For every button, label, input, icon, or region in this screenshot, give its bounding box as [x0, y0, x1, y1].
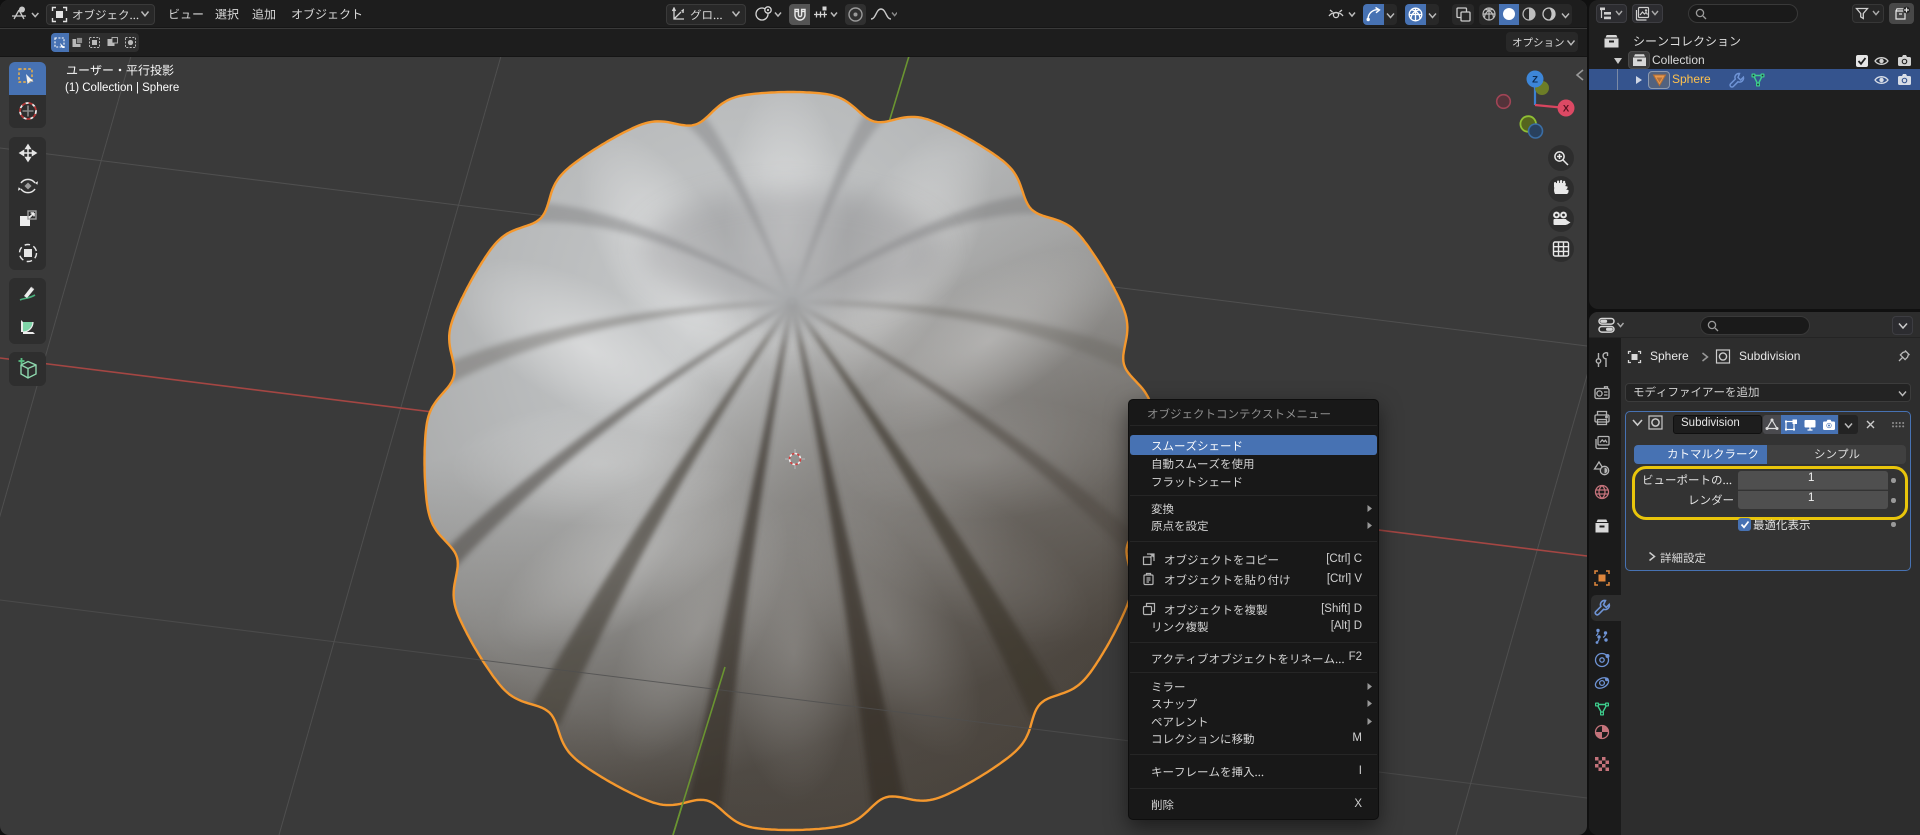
svg-text:Z: Z	[1532, 74, 1538, 85]
svg-text:X: X	[1563, 104, 1570, 115]
